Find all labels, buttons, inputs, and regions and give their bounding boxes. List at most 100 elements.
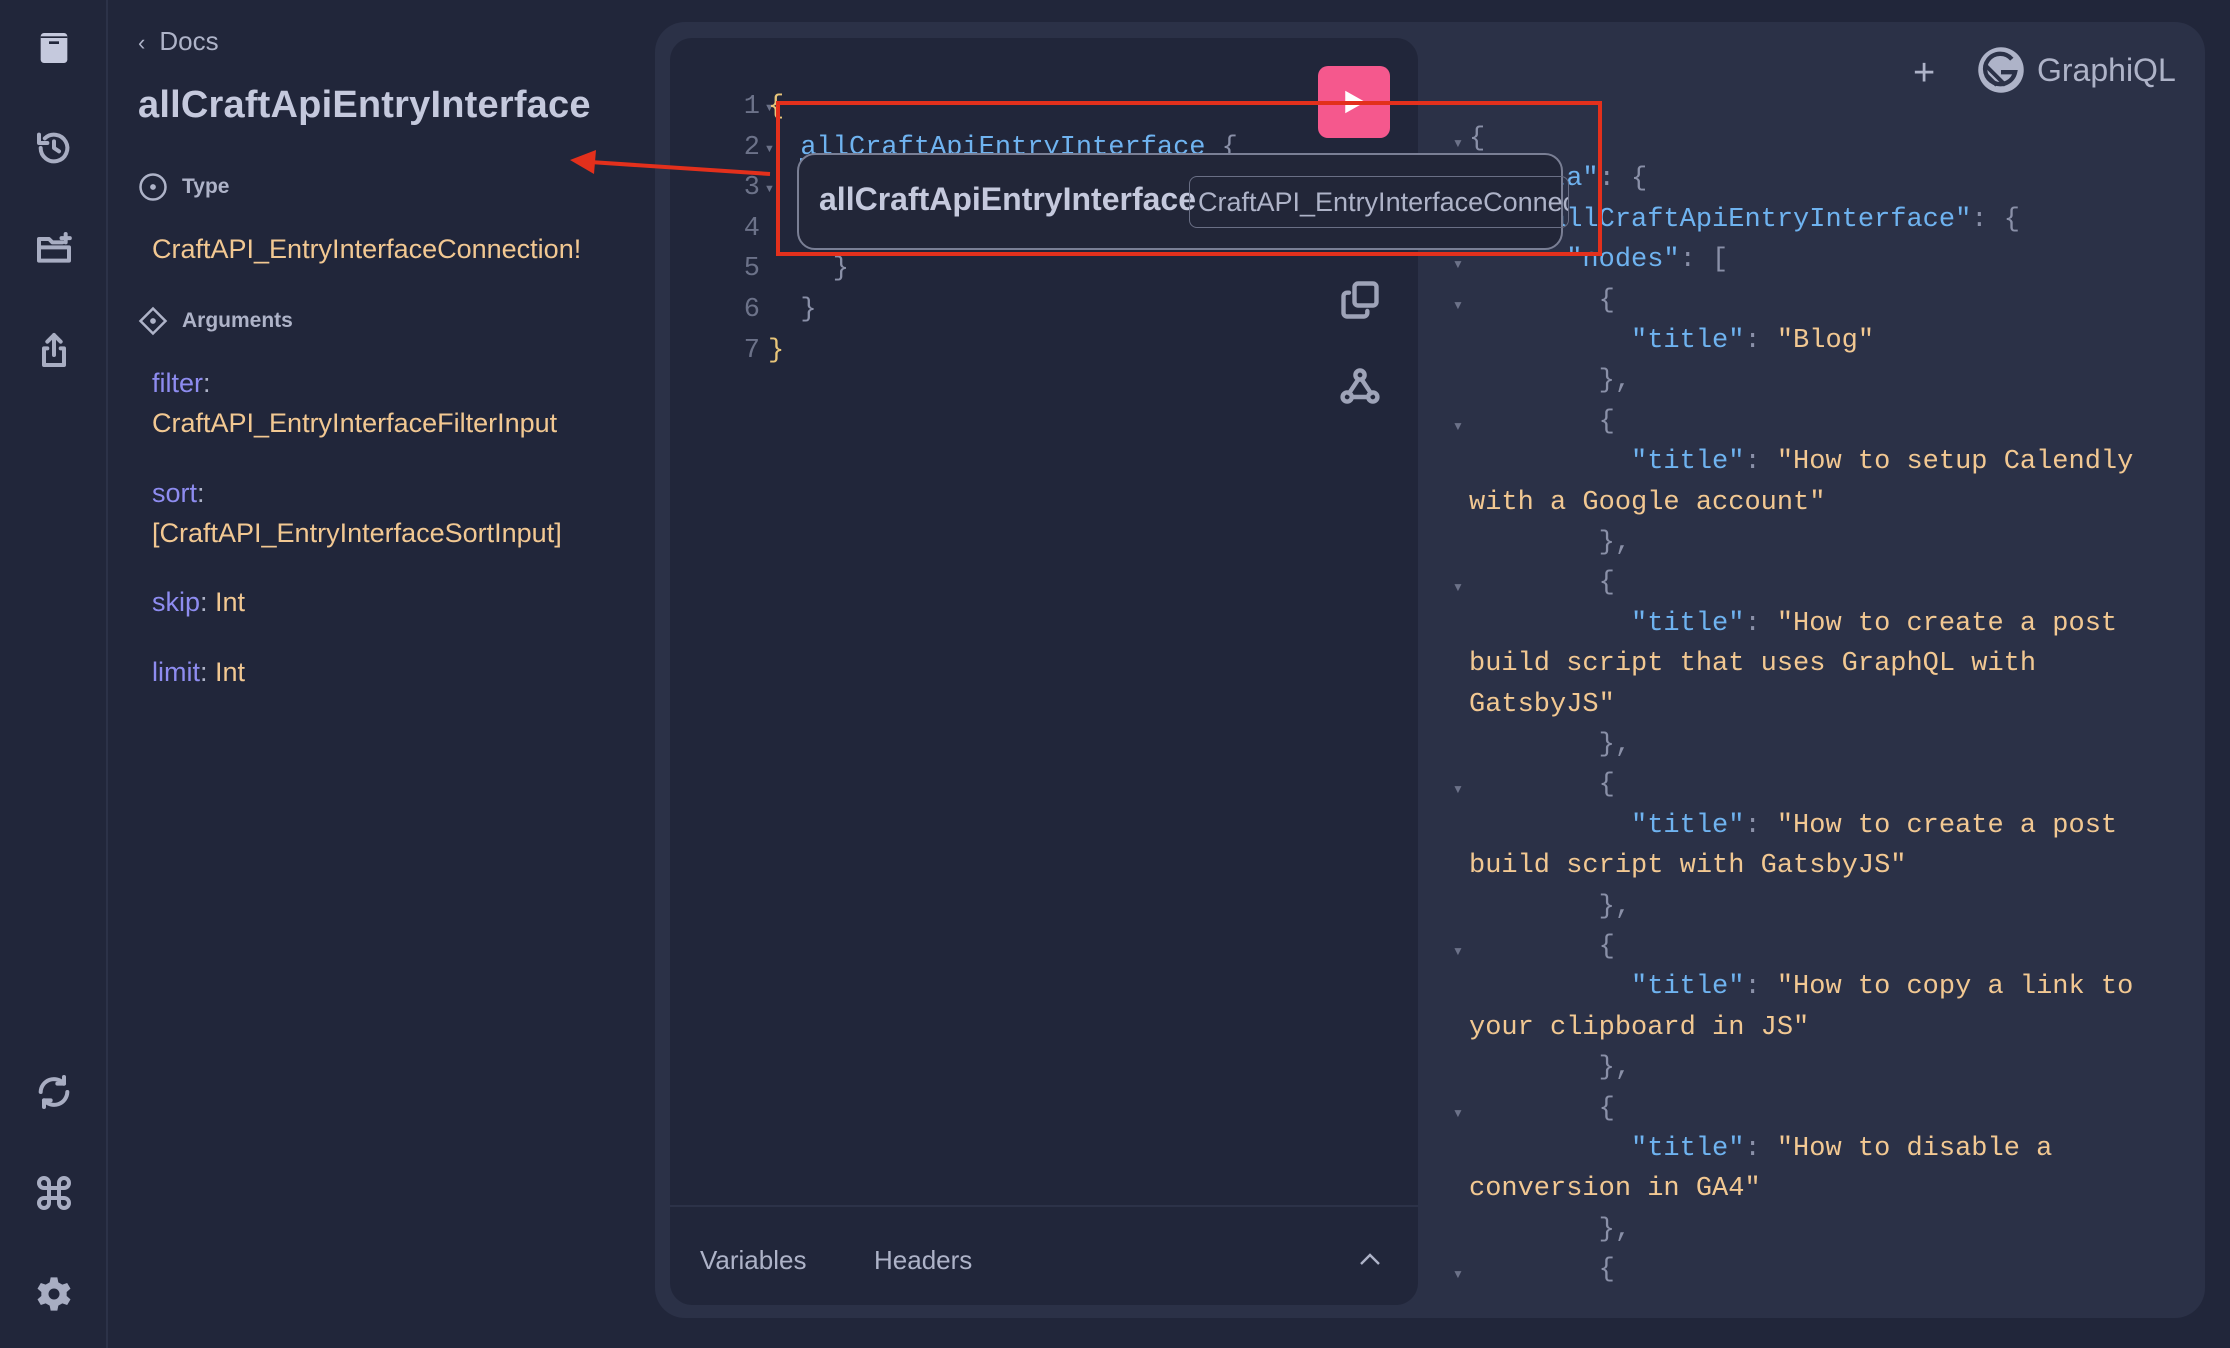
fold-arrow-icon[interactable]: ▼ — [1452, 580, 1464, 594]
docs-back-link[interactable]: ‹ Docs — [138, 26, 219, 57]
code-punctuation — [1469, 1134, 1631, 1164]
result-line: }, — [1469, 730, 1631, 760]
copy-icon — [1341, 281, 1379, 319]
code-line[interactable]: } — [768, 336, 784, 366]
result-line: "title": "How to copy a link to — [1469, 972, 2133, 1002]
result-line: { — [1469, 286, 1615, 316]
line-number: 7 — [743, 335, 760, 366]
merge-fragments-icon — [1340, 368, 1380, 404]
fold-arrow-icon[interactable]: ▼ — [1452, 1106, 1464, 1120]
history-icon[interactable] — [30, 124, 78, 172]
type-heading: Type — [182, 175, 230, 198]
line-number: 5 — [743, 254, 760, 285]
code-punctuation — [1469, 811, 1631, 841]
result-line: GatsbyJS" — [1469, 690, 1615, 720]
result-line: { — [1469, 568, 1615, 598]
annotation-highlight-box — [776, 101, 1602, 256]
gear-icon[interactable] — [30, 1270, 78, 1318]
code-punctuation — [1469, 972, 1631, 1002]
json-key: "title" — [1631, 1134, 1745, 1164]
code-punctuation — [1469, 326, 1631, 356]
code-punctuation: : — [1744, 1134, 1777, 1164]
add-tab-button[interactable]: + — [1913, 52, 1935, 95]
docs-book-icon[interactable] — [30, 24, 78, 72]
code-line[interactable]: } — [768, 295, 817, 325]
type-section-heading: Type — [138, 172, 229, 202]
argument-type[interactable]: Int — [215, 587, 245, 617]
argument-type[interactable]: Int — [215, 657, 245, 687]
arguments-heading: Arguments — [182, 309, 293, 332]
type-link[interactable]: CraftAPI_EntryInterfaceConnection! — [152, 234, 581, 265]
json-string: build script that uses GraphQL with — [1469, 649, 2037, 680]
result-line: "title": "How to setup Calendly — [1469, 447, 2133, 477]
result-line: }, — [1469, 528, 1631, 558]
merge-fragments-button[interactable] — [1338, 364, 1382, 408]
add-folder-icon[interactable] — [30, 225, 78, 273]
code-punctuation: { — [1469, 285, 1615, 316]
fold-arrow-icon[interactable]: ▼ — [1452, 298, 1464, 312]
json-string: your clipboard in JS" — [1469, 1012, 1810, 1043]
refresh-icon[interactable] — [30, 1068, 78, 1116]
result-line: your clipboard in JS" — [1469, 1013, 1809, 1043]
argument-sort-name: sort: — [152, 478, 205, 508]
argument-skip: skip: Int — [152, 587, 246, 617]
code-punctuation: }, — [1469, 730, 1632, 760]
graphiql-logo-icon — [1978, 47, 2024, 93]
copy-query-button[interactable] — [1338, 278, 1382, 322]
code-punctuation: : — [1744, 447, 1777, 478]
code-line[interactable]: } — [768, 254, 849, 284]
line-number: 6 — [743, 295, 760, 325]
plus-icon: + — [1913, 52, 1936, 94]
argument-name: sort — [152, 478, 198, 508]
code-punctuation: } — [768, 295, 817, 325]
fold-arrow-icon[interactable]: ▼ — [1452, 782, 1464, 796]
json-string: "How to disable a — [1776, 1134, 2053, 1164]
code-punctuation — [1469, 609, 1631, 639]
result-line: { — [1469, 932, 1615, 962]
argument-name: skip — [152, 587, 201, 617]
type-circle-icon — [139, 173, 167, 201]
fold-arrow-icon[interactable]: ▼ — [1452, 419, 1464, 433]
result-line: }, — [1469, 1053, 1631, 1083]
code-punctuation: : { — [1598, 164, 1648, 195]
code-punctuation: : — [1744, 326, 1777, 356]
code-punctuation: { — [1469, 770, 1615, 801]
code-punctuation: }, — [1469, 1053, 1632, 1084]
docs-title: allCraftApiEntryInterface — [138, 84, 591, 126]
tab-variables[interactable]: Variables — [700, 1245, 806, 1276]
code-punctuation: { — [1469, 568, 1615, 599]
result-line: with a Google account" — [1469, 488, 1825, 518]
code-punctuation: }, — [1469, 1214, 1632, 1245]
code-punctuation: : { — [1971, 204, 2020, 235]
code-punctuation: } — [768, 335, 785, 366]
code-punctuation: }, — [1469, 366, 1632, 397]
arguments-section-heading: Arguments — [138, 306, 293, 336]
result-line: }, — [1469, 366, 1631, 396]
graphiql-logo: GraphiQL — [1975, 44, 2176, 96]
tab-headers[interactable]: Headers — [874, 1245, 972, 1276]
argument-name: filter — [152, 368, 204, 398]
share-icon[interactable] — [30, 326, 78, 374]
fold-arrow-icon[interactable]: ▼ — [1452, 1267, 1464, 1281]
code-punctuation — [1469, 447, 1631, 477]
json-string: "How to copy a link to — [1776, 972, 2134, 1003]
result-line: }, — [1469, 1215, 1631, 1245]
chevron-up-icon[interactable] — [1358, 1251, 1382, 1267]
argument-sort-type[interactable]: [CraftAPI_EntryInterfaceSortInput] — [152, 518, 562, 549]
result-line: { — [1469, 407, 1615, 437]
app-title: GraphiQL — [2037, 51, 2176, 88]
json-key: "title" — [1631, 608, 1745, 639]
arguments-diamond-icon — [138, 306, 168, 336]
argument-name: limit — [152, 657, 200, 687]
result-line: }, — [1469, 892, 1631, 922]
result-line: conversion in GA4" — [1469, 1174, 1761, 1204]
argument-filter-type[interactable]: CraftAPI_EntryInterfaceFilterInput — [152, 408, 557, 439]
code-punctuation: : [ — [1679, 245, 1729, 276]
variables-headers-bar: Variables Headers — [670, 1205, 1418, 1305]
json-string: with a Google account" — [1469, 487, 1826, 518]
code-punctuation: { — [1469, 1093, 1615, 1124]
result-line: { — [1469, 1094, 1615, 1124]
fold-arrow-icon[interactable]: ▼ — [1452, 944, 1464, 958]
command-key-icon[interactable] — [30, 1169, 78, 1217]
fold-arrow-icon[interactable]: ▼ — [1452, 257, 1464, 271]
